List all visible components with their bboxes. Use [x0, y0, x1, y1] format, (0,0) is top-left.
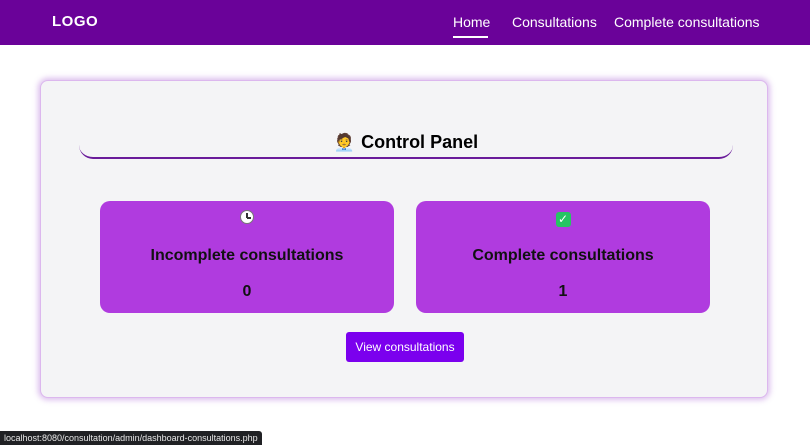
person-icon: 🧑‍💼 [333, 133, 356, 152]
complete-consultations-card: ✓ Complete consultations 1 [416, 201, 710, 313]
logo[interactable]: LOGO [52, 13, 98, 30]
panel-header: 🧑‍💼 Control Panel [79, 129, 733, 159]
view-consultations-button[interactable]: View consultations [346, 332, 464, 362]
active-nav-indicator [453, 36, 488, 38]
nav-link-consultations[interactable]: Consultations [512, 14, 597, 30]
card-count: 1 [558, 283, 568, 300]
card-label: Incomplete consultations [150, 247, 344, 264]
control-panel: 🧑‍💼 Control Panel Incomplete consultation… [40, 80, 768, 398]
check-icon: ✓ [555, 212, 571, 227]
clock-icon [240, 210, 254, 224]
status-bar-url: localhost:8080/consultation/admin/dashbo… [0, 431, 262, 445]
incomplete-consultations-card: Incomplete consultations 0 [100, 201, 394, 313]
nav-link-home[interactable]: Home [453, 14, 490, 30]
page-title: Control Panel [361, 132, 479, 152]
card-count: 0 [242, 283, 252, 300]
card-label: Complete consultations [472, 247, 654, 264]
panel-title-row: 🧑‍💼 Control Panel [79, 132, 733, 153]
nav-link-complete-consultations[interactable]: Complete consultations [614, 14, 760, 30]
top-navbar: LOGO Home Consultations Complete consult… [0, 0, 810, 45]
